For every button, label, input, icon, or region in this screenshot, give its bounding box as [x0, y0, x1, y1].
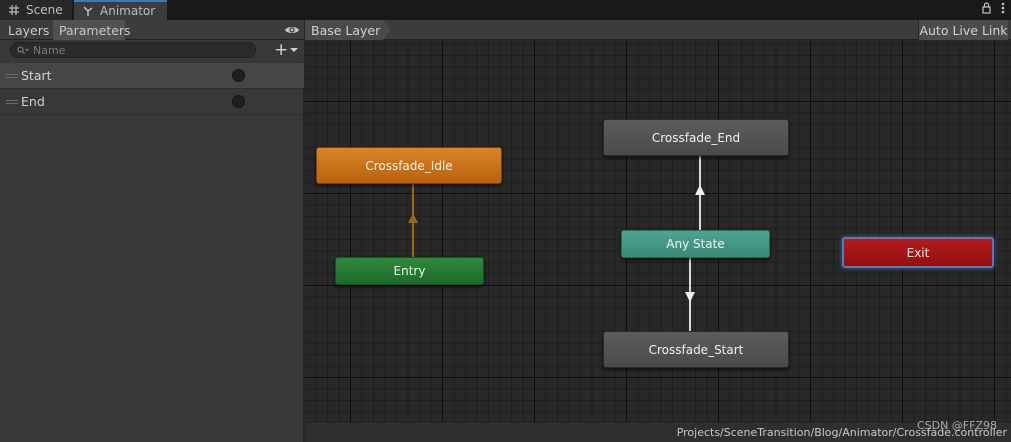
- eye-icon[interactable]: [284, 23, 300, 37]
- graph-header: Base Layer Auto Live Link: [305, 20, 1011, 40]
- lock-icon[interactable]: [982, 2, 991, 14]
- state-any-state[interactable]: Any State: [621, 230, 770, 258]
- tab-scene[interactable]: Scene: [0, 0, 72, 20]
- tab-animator-label: Animator: [100, 4, 156, 18]
- add-parameter-button[interactable]: +: [274, 41, 302, 59]
- state-crossfade-idle[interactable]: Crossfade_Idle: [316, 147, 502, 184]
- search-icon: [17, 45, 29, 54]
- state-machine-graph[interactable]: Crossfade_Idle Entry Crossfade_End Any S…: [305, 41, 1011, 422]
- search-placeholder: Name: [33, 43, 66, 57]
- tab-actions: [982, 2, 1005, 14]
- editor-tab-bar: Scene Animator: [0, 0, 1011, 20]
- animator-window: Scene Animator Layers Parameters Name + …: [0, 0, 1011, 442]
- more-options-icon[interactable]: [1001, 2, 1005, 14]
- parameter-name[interactable]: End: [21, 94, 45, 109]
- parameter-row-start[interactable]: Start: [0, 63, 304, 89]
- search-input[interactable]: Name: [10, 42, 256, 58]
- tab-parameters[interactable]: Parameters: [53, 20, 131, 40]
- layers-parameters-tabs: Layers Parameters: [0, 20, 304, 40]
- chevron-down-icon: [290, 48, 299, 52]
- grid-icon: [9, 5, 19, 15]
- arrow-head-up-icon: [408, 213, 418, 223]
- plus-icon: +: [274, 40, 289, 60]
- state-crossfade-end[interactable]: Crossfade_End: [603, 119, 789, 156]
- arrow-head-up-icon: [695, 185, 705, 195]
- parameter-name[interactable]: Start: [21, 68, 52, 83]
- state-exit[interactable]: Exit: [842, 237, 994, 268]
- tab-layers[interactable]: Layers: [2, 20, 52, 40]
- state-entry[interactable]: Entry: [335, 257, 484, 285]
- animator-icon: [83, 6, 93, 16]
- tab-animator[interactable]: Animator: [74, 0, 167, 20]
- watermark: CSDN @FFZ98: [916, 419, 997, 432]
- arrow-head-down-icon: [685, 292, 695, 302]
- parameter-row-end[interactable]: End: [0, 89, 304, 115]
- breadcrumb-base-layer[interactable]: Base Layer: [305, 20, 391, 40]
- trigger-toggle[interactable]: [232, 95, 245, 108]
- status-footer: Projects/SceneTransition/Blog/Animator/C…: [305, 422, 1011, 442]
- search-row: Name +: [0, 40, 304, 62]
- drag-handle-icon[interactable]: [6, 73, 18, 78]
- state-crossfade-start[interactable]: Crossfade_Start: [603, 331, 789, 368]
- auto-live-link-button[interactable]: Auto Live Link: [918, 20, 1008, 40]
- parameters-panel: Layers Parameters Name + Start End: [0, 20, 304, 442]
- drag-handle-icon[interactable]: [6, 99, 18, 104]
- tab-scene-label: Scene: [26, 3, 63, 17]
- trigger-toggle[interactable]: [232, 69, 245, 82]
